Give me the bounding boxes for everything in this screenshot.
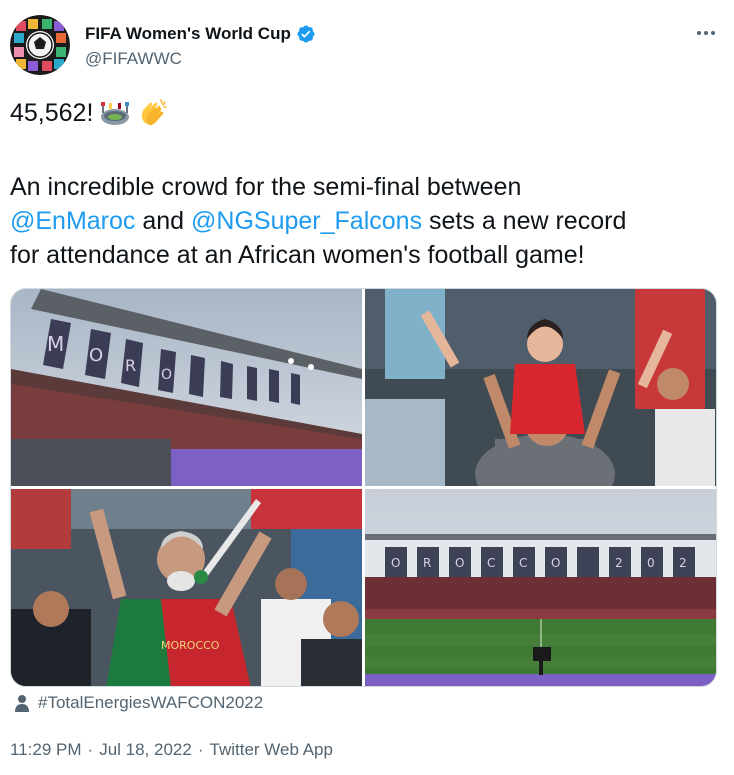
hashtag-label[interactable]: #TotalEnergiesWAFCON2022: [38, 693, 263, 713]
banner-letter: O: [391, 556, 400, 570]
banner-letter: 2: [615, 556, 623, 570]
body-text-connector: and: [142, 207, 185, 235]
media-grid: M O R O MOROCCO O R O C C O 2 0 2: [10, 288, 717, 687]
author-handle[interactable]: @FIFAWWC: [85, 49, 316, 69]
author-block: FIFA Women's World Cup @FIFAWWC: [85, 23, 316, 69]
pitch-wide-view-photo[interactable]: O R O C C O 2 0 2: [365, 489, 716, 686]
tweet-source[interactable]: Twitter Web App: [210, 740, 333, 760]
stadium-stands-photo[interactable]: M O R O: [11, 289, 362, 486]
person-icon: [15, 695, 29, 712]
meta-separator: ·: [197, 740, 204, 759]
stadium-emoji-icon: [101, 102, 130, 125]
more-options-icon[interactable]: [692, 23, 720, 43]
tweet-date[interactable]: Jul 18, 2022: [99, 740, 192, 760]
author-display-name[interactable]: FIFA Women's World Cup: [85, 24, 291, 44]
attendance-count: 45,562!: [10, 99, 94, 127]
verified-badge-icon: [297, 25, 315, 43]
mention-link-enmaroc[interactable]: @EnMaroc: [10, 207, 135, 235]
banner-letter: O: [161, 367, 172, 383]
mention-link-ngsuper-falcons[interactable]: @NGSuper_Falcons: [191, 207, 422, 235]
tagged-row: #TotalEnergiesWAFCON2022: [14, 693, 263, 713]
banner-letter: C: [519, 556, 527, 570]
banner-letter: O: [455, 556, 464, 570]
banner-letter: M: [47, 332, 64, 356]
body-text-prefix: An incredible crowd for the semi-final b…: [10, 173, 522, 201]
banner-letter: O: [551, 556, 560, 570]
body-text-suffix-2: for attendance at an African women's foo…: [10, 241, 585, 269]
fifa-wwc-logo-icon: [10, 15, 70, 75]
clapping-hands-emoji-icon: [142, 99, 168, 126]
svg-text:MOROCCO: MOROCCO: [161, 639, 220, 652]
banner-letter: C: [487, 556, 495, 570]
tweet-card: FIFA Women's World Cup @FIFAWWC 45,562!: [0, 0, 734, 775]
tweet-text-body: An incredible crowd for the semi-final b…: [10, 170, 724, 272]
tweet-time[interactable]: 11:29 PM: [10, 740, 82, 760]
meta-separator: ·: [87, 740, 94, 759]
banner-letter: 2: [679, 556, 687, 570]
body-text-suffix: sets a new record: [429, 207, 627, 235]
banner-letter: 0: [647, 556, 655, 570]
tweet-meta: 11:29 PM · Jul 18, 2022 · Twitter Web Ap…: [10, 740, 333, 760]
fan-with-trumpet-photo[interactable]: MOROCCO: [11, 489, 362, 686]
tweet-text-headline: 45,562!: [10, 96, 724, 130]
banner-letter: R: [423, 556, 431, 570]
banner-letter: O: [89, 345, 103, 366]
child-on-shoulders-photo[interactable]: [365, 289, 716, 486]
banner-letter: R: [125, 356, 136, 375]
tweet-header: FIFA Women's World Cup @FIFAWWC: [10, 15, 724, 79]
avatar[interactable]: [10, 15, 70, 75]
